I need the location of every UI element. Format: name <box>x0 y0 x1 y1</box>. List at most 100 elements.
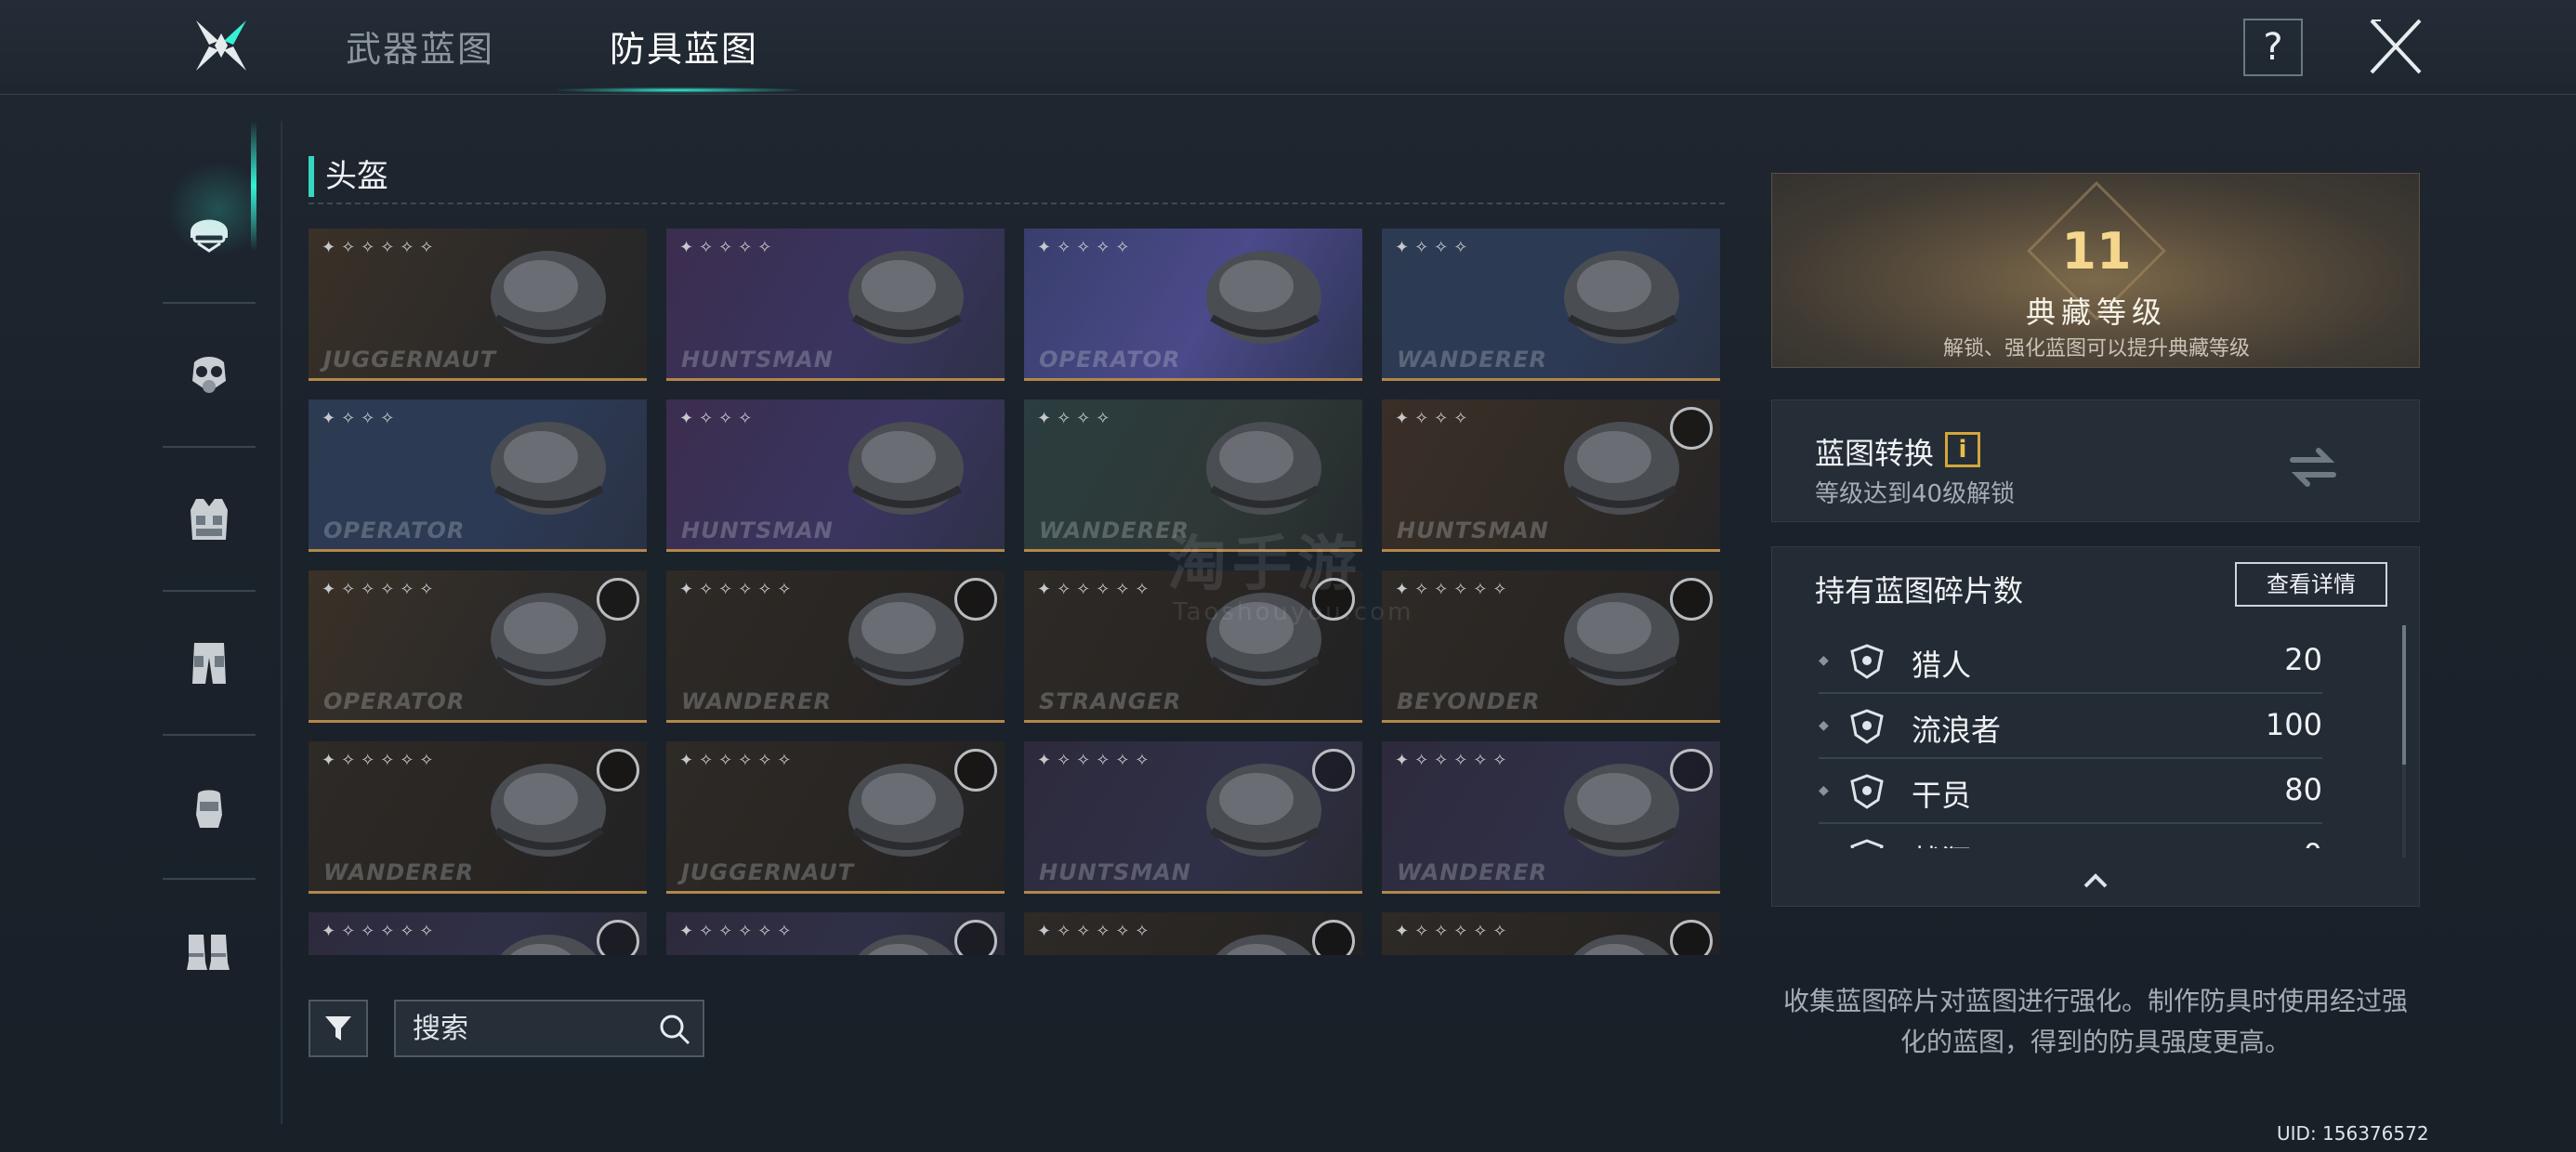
blueprint-card[interactable]: ✦✧✧✧✧✧ HUNTSMAN <box>1024 741 1362 894</box>
watermark-text: 淘手游 <box>1167 530 1362 599</box>
search-icon[interactable] <box>658 1013 691 1046</box>
blueprint-card[interactable]: ✦✧✧✧ HUNTSMAN <box>1382 399 1720 552</box>
blueprint-card[interactable]: ✦✧✧✧✧✧ WANDERER <box>1382 741 1720 894</box>
blueprint-card[interactable]: ✦✧✧✧✧✧ <box>309 912 647 955</box>
sidebar-item-vest[interactable] <box>163 446 256 590</box>
card-stars: ✦✧✧✧✧✧ <box>1395 922 1513 941</box>
blueprint-card[interactable]: ✦✧✧✧✧✧ OPERATOR <box>309 570 647 723</box>
card-stars: ✦✧✧✧ <box>679 409 758 428</box>
blueprint-grid: ✦✧✧✧✧✧ JUGGERNAUT ✦✧✧✧✧ HUNTSMAN ✦✧✧✧✧ OPERAT… <box>309 229 1721 955</box>
fragment-count: 80 <box>2284 772 2322 807</box>
swap-icon <box>2290 448 2336 487</box>
tab-weapon-blueprint[interactable]: 武器蓝图 <box>346 20 494 72</box>
search-input[interactable] <box>413 1001 636 1055</box>
collection-level-subtitle: 解锁、强化蓝图可以提升典藏等级 <box>1942 337 2250 360</box>
sidebar-item-gas-mask[interactable] <box>163 302 256 446</box>
card-brand-label: WANDERER <box>681 688 832 714</box>
pants-icon <box>192 642 226 684</box>
fragments-scrollbar-thumb[interactable] <box>2402 625 2406 765</box>
chevron-up-icon[interactable] <box>2083 872 2109 889</box>
gas-mask-icon <box>192 356 226 393</box>
boots-icon <box>187 934 230 970</box>
logo-icon <box>196 20 246 71</box>
card-brand-label: STRANGER <box>1039 688 1182 714</box>
search-box <box>394 1000 704 1057</box>
locked-badge-icon <box>1670 920 1713 955</box>
filter-icon <box>325 1016 351 1041</box>
card-stars: ✦✧✧✧ <box>1395 238 1474 257</box>
sidebar-item-pants[interactable] <box>163 590 256 734</box>
blueprint-card[interactable]: ✦✧✧✧✧✧ JUGGERNAUT <box>666 741 1005 894</box>
card-stars: ✦✧✧✧✧✧ <box>322 922 440 941</box>
convert-unlock-hint: 等级达到40级解锁 <box>1815 480 2016 508</box>
card-stars: ✦✧✧✧ <box>1395 409 1474 428</box>
card-brand-label: HUNTSMAN <box>681 347 834 373</box>
card-stars: ✦✧✧✧✧✧ <box>322 580 440 599</box>
wanderer-icon <box>1850 709 1884 744</box>
close-icon[interactable] <box>2366 15 2425 78</box>
blueprint-card[interactable]: ✦✧✧✧ WANDERER <box>1382 229 1720 381</box>
sidebar-item-gloves[interactable] <box>163 734 256 878</box>
bullet-icon: ◆ <box>1819 718 1829 733</box>
blueprint-card[interactable]: ✦✧✧✧✧✧ <box>666 912 1005 955</box>
sidebar-item-helmet[interactable] <box>163 158 256 302</box>
camo-helmet-icon <box>491 422 606 515</box>
headset-cap-icon <box>848 251 964 344</box>
sidebar-active-glow <box>163 158 256 260</box>
sidebar-item-boots[interactable] <box>163 878 256 1022</box>
blueprint-convert-card[interactable]: 蓝图转换 i 等级达到40级解锁 <box>1771 399 2420 522</box>
collection-level-title: 典藏等级 <box>2025 295 2167 330</box>
locked-badge-icon <box>954 920 997 955</box>
help-note: 收集蓝图碎片对蓝图进行强化。制作防具时使用经过强化的蓝图，得到的防具强度更高。 <box>1782 986 2408 1057</box>
operator-icon <box>1850 774 1884 809</box>
fragment-row: ◆ 猎人 20 <box>1819 629 2322 694</box>
fragment-count: 0 <box>2304 837 2322 848</box>
glove-icon <box>196 790 222 828</box>
card-stars: ✦✧✧✧ <box>322 409 401 428</box>
blueprint-card[interactable]: ✦✧✧✧✧✧ BEYONDER <box>1382 570 1720 723</box>
blueprint-card[interactable]: ✦✧✧✧✧✧ WANDERER <box>666 570 1005 723</box>
card-brand-label: WANDERER <box>1397 859 1547 885</box>
info-icon[interactable]: i <box>1945 432 1980 467</box>
locked-badge-icon <box>597 749 639 792</box>
blueprint-card[interactable]: ✦✧✧✧ HUNTSMAN <box>666 399 1005 552</box>
card-stars: ✦✧✧✧ <box>1037 409 1116 428</box>
pink-hood-icon <box>848 422 964 515</box>
blueprint-card[interactable]: ✦✧✧✧✧✧ <box>1024 912 1362 955</box>
view-details-button[interactable]: 查看详情 <box>2235 562 2387 607</box>
card-stars: ✦✧✧✧✧✧ <box>322 238 440 257</box>
blueprint-card[interactable]: ✦✧✧✧✧ OPERATOR <box>1024 229 1362 381</box>
blueprint-card[interactable]: ✦✧✧✧✧✧ <box>1382 912 1720 955</box>
card-stars: ✦✧✧✧✧✧ <box>679 751 797 770</box>
card-stars: ✦✧✧✧✧✧ <box>679 580 797 599</box>
locked-badge-icon <box>597 920 639 955</box>
card-brand-label: OPERATOR <box>323 517 466 543</box>
red-helmet-icon <box>1564 251 1679 344</box>
card-brand-label: WANDERER <box>323 859 474 885</box>
top-bar: 武器蓝图 防具蓝图 ? <box>0 0 2576 95</box>
filter-button[interactable] <box>309 1000 368 1057</box>
locked-badge-icon <box>1670 407 1713 450</box>
blueprint-card[interactable]: ✦✧✧✧✧ HUNTSMAN <box>666 229 1005 381</box>
blueprint-card[interactable]: ✦✧✧✧✧✧ JUGGERNAUT <box>309 229 647 381</box>
fragment-name: 战狂 <box>1912 837 1971 848</box>
card-stars: ✦✧✧✧✧✧ <box>1037 922 1155 941</box>
card-brand-label: HUNTSMAN <box>681 517 834 543</box>
locked-badge-icon <box>1670 578 1713 621</box>
tab-armor-blueprint[interactable]: 防具蓝图 <box>610 20 758 72</box>
fragment-row: ◆ 干员 80 <box>1819 759 2322 824</box>
section-title: 头盔 <box>309 156 388 197</box>
bullet-icon: ◆ <box>1819 653 1829 668</box>
vest-icon <box>191 498 228 540</box>
blueprint-card[interactable]: ✦✧✧✧✧✧ WANDERER <box>309 741 647 894</box>
help-button[interactable]: ? <box>2243 19 2303 76</box>
active-tab-indicator <box>558 87 799 93</box>
blueprint-card[interactable]: ✦✧✧✧ OPERATOR <box>309 399 647 552</box>
fragment-name: 流浪者 <box>1912 713 2002 748</box>
fragments-list[interactable]: ◆猎人20◆流浪者100◆干员80◆战狂0 <box>1819 629 2322 848</box>
card-stars: ✦✧✧✧✧✧ <box>1395 580 1513 599</box>
sidebar-divider <box>281 121 283 1124</box>
card-stars: ✦✧✧✧✧ <box>679 238 778 257</box>
card-stars: ✦✧✧✧✧✧ <box>1037 751 1155 770</box>
fragments-title: 持有蓝图碎片数 <box>1815 573 2024 609</box>
